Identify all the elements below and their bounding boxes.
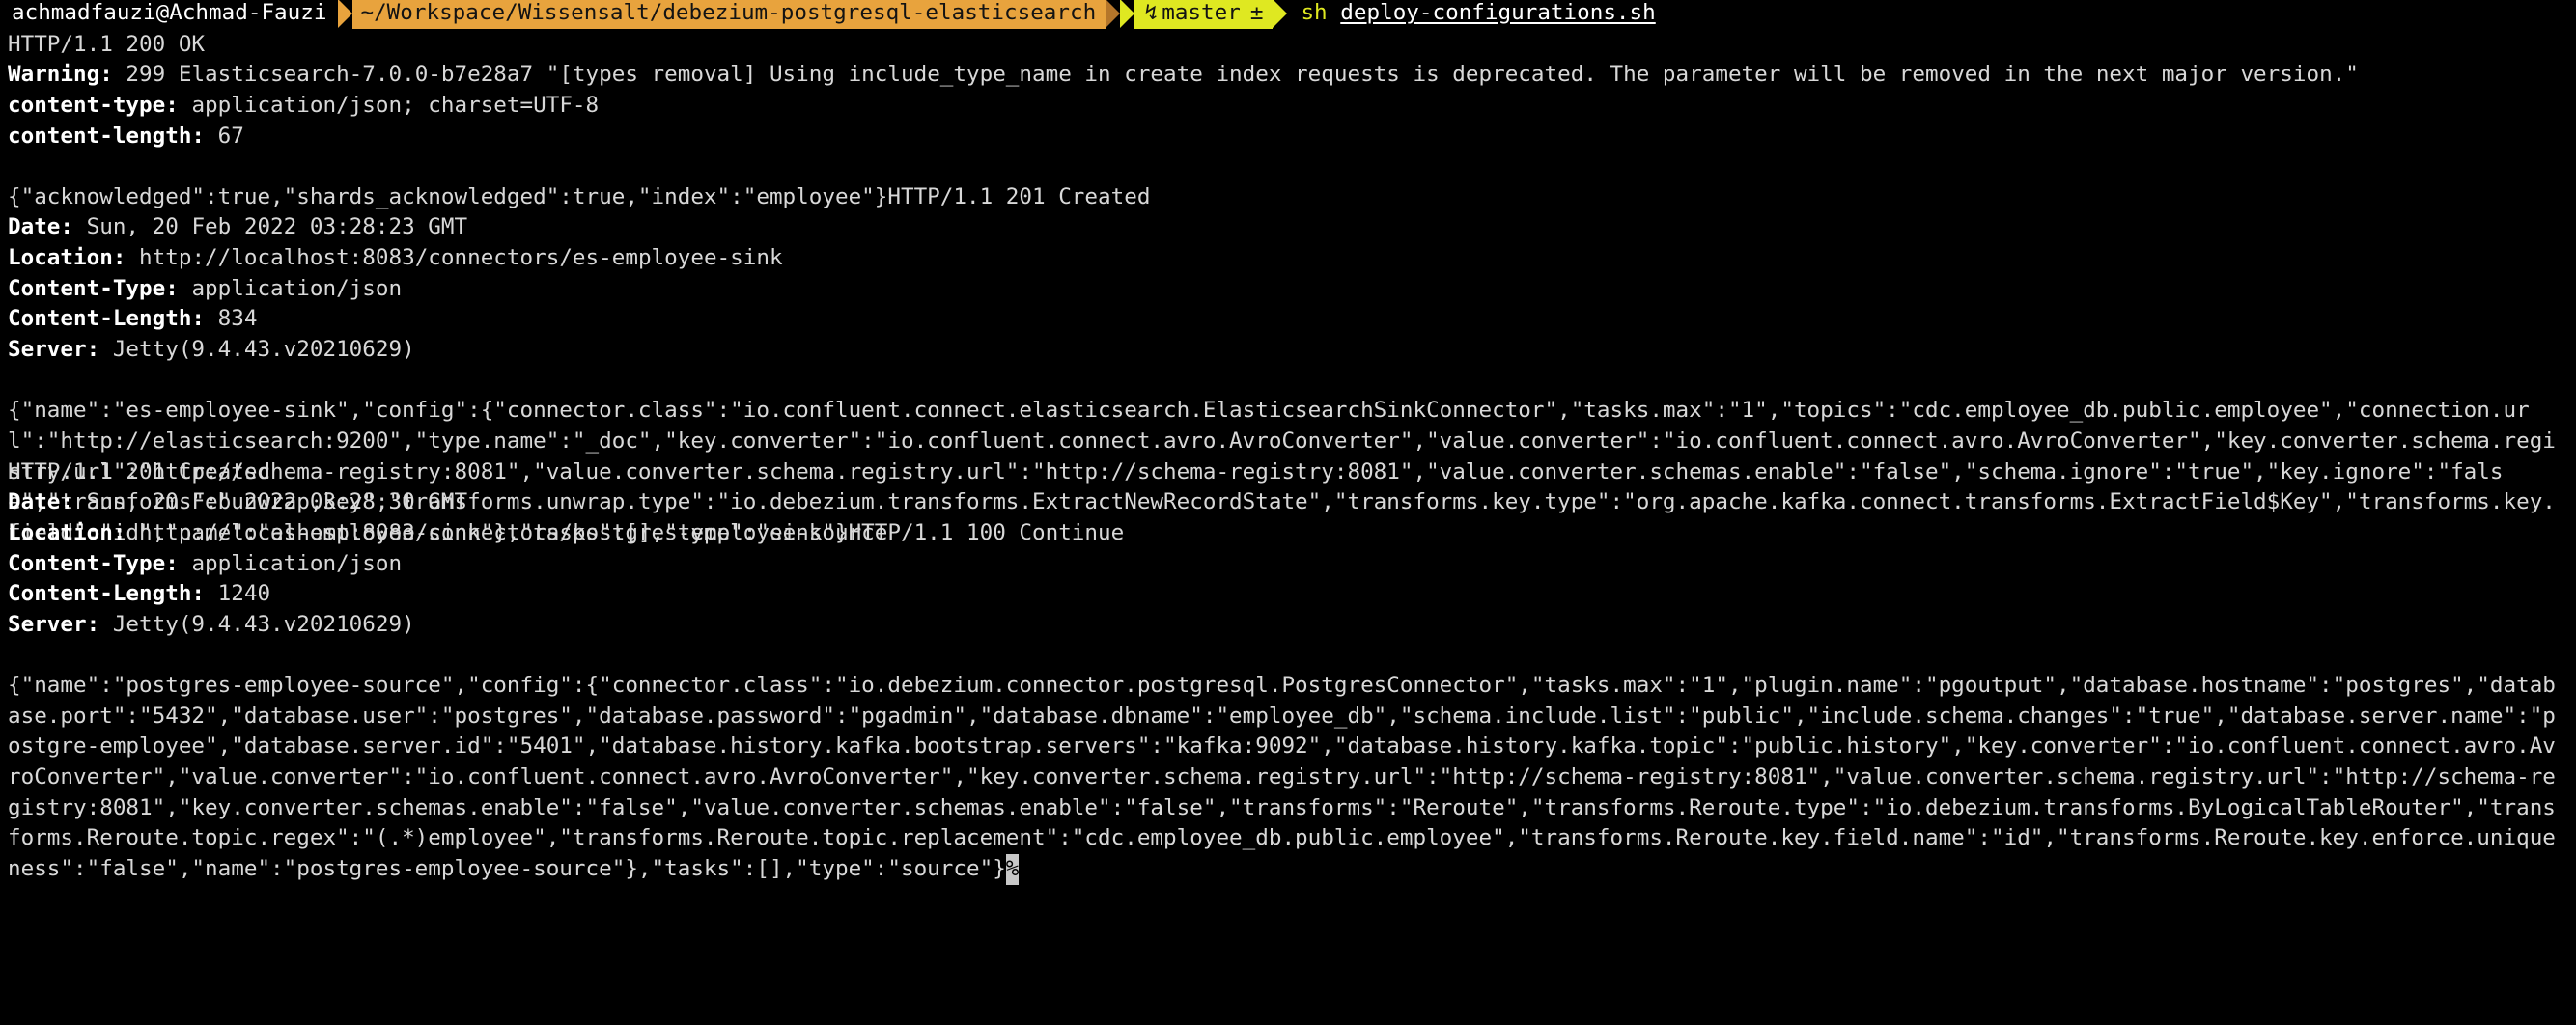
git-branch-icon: ↯: [1144, 0, 1159, 25]
header-name: Server:: [8, 337, 100, 363]
output-header-line: Location: http://localhost:8083/connecto…: [8, 243, 2568, 274]
header-name: content-length:: [8, 123, 206, 149]
prompt-command-arg: deploy-configurations.sh: [1340, 0, 1656, 25]
output-header-line: Warning: 299 Elasticsearch-7.0.0-b7e28a7…: [8, 60, 2568, 91]
header-value: Sun, 20 Feb 2022 03:28:30 GMT: [73, 489, 468, 515]
prompt-command-segment: sh deploy-configurations.sh: [1287, 0, 1656, 29]
prompt-git-dirty-marker: ±: [1249, 0, 1264, 25]
prompt-separator-arrow-3: [1120, 0, 1135, 28]
header-name: Server:: [8, 611, 100, 637]
header-value: 299 Elasticsearch-7.0.0-b7e28a7 "[types …: [112, 62, 2359, 88]
header-name: Warning:: [8, 62, 113, 88]
output-plain-line: {"name":"es-employee-sink","config":{"co…: [8, 398, 2556, 545]
prompt-user-host-segment: achmadfauzi@Achmad-Fauzi: [8, 0, 339, 29]
header-name: Content-Length:: [8, 306, 206, 332]
header-name: Content-Type:: [8, 550, 179, 576]
header-value: application/json: [178, 550, 403, 576]
terminal-window[interactable]: achmadfauzi@Achmad-Fauzi ~/Workspace/Wis…: [0, 0, 2576, 1023]
output-header-line: Server: Jetty(9.4.43.v20210629): [8, 610, 2568, 641]
prompt-separator-arrow-2: [1106, 0, 1121, 28]
prompt-separator-arrow-4: [1273, 0, 1288, 28]
prompt-command: sh: [1301, 0, 1328, 25]
output-plain-line: {"acknowledged":true,"shards_acknowledge…: [8, 183, 1151, 209]
output-blank-line: [8, 366, 2568, 397]
header-value: Jetty(9.4.43.v20210629): [99, 337, 415, 363]
prompt-separator-arrow-1: [338, 0, 353, 28]
terminal-cursor: %: [1005, 854, 1019, 885]
output-plain-line: HTTP/1.1 200 OK: [8, 31, 206, 57]
header-name: Content-Length:: [8, 581, 206, 607]
output-blank-line: [8, 640, 2568, 671]
output-header-line: Content-Length: 1240: [8, 579, 2568, 610]
prompt-git-segment: ↯ master ±: [1134, 0, 1274, 29]
output-header-line: content-type: application/json; charset=…: [8, 91, 2568, 122]
header-value: 1240: [205, 581, 271, 607]
prompt-git-branch: master: [1162, 0, 1241, 25]
output-header-line: Server: Jetty(9.4.43.v20210629): [8, 335, 2568, 366]
header-value: http://localhost:8083/connectors/es-empl…: [126, 245, 783, 271]
output-header-line: Location: http://localhost:8083/connecto…: [8, 518, 2568, 549]
terminal-output: HTTP/1.1 200 OK Warning: 299 Elasticsearc…: [8, 30, 2568, 885]
output-header-line: Date: Sun, 20 Feb 2022 03:28:23 GMT: [8, 212, 2568, 243]
prompt-user-host: achmadfauzi@Achmad-Fauzi: [12, 0, 327, 25]
output-blank-line: [8, 152, 2568, 182]
prompt-path-segment: ~/Workspace/Wissensalt/debezium-postgres…: [352, 0, 1106, 29]
header-name: Location:: [8, 245, 126, 271]
header-value: application/json: [178, 275, 403, 301]
header-value: application/json; charset=UTF-8: [178, 92, 600, 118]
header-name: Content-Type:: [8, 275, 179, 301]
header-name: Date:: [8, 214, 74, 240]
output-json-line: {"name":"postgres-employee-source","conf…: [8, 671, 2568, 885]
header-value: 67: [205, 123, 244, 149]
header-value: Sun, 20 Feb 2022 03:28:23 GMT: [73, 214, 468, 240]
header-value: Jetty(9.4.43.v20210629): [99, 611, 415, 637]
header-name: Location:: [8, 519, 126, 545]
shell-prompt: achmadfauzi@Achmad-Fauzi ~/Workspace/Wis…: [8, 0, 2568, 29]
header-name: Date:: [8, 489, 74, 515]
header-value: http://localhost:8083/connectors/postgre…: [126, 519, 888, 545]
output-header-line: Content-Type: application/json: [8, 549, 2568, 580]
prompt-path: ~/Workspace/Wissensalt/debezium-postgres…: [360, 0, 1097, 25]
header-name: content-type:: [8, 92, 179, 118]
output-header-line: Content-Type: application/json: [8, 274, 2568, 305]
output-header-line: Content-Length: 834: [8, 304, 2568, 335]
output-header-line: content-length: 67: [8, 122, 2568, 152]
header-value: 834: [205, 306, 258, 332]
